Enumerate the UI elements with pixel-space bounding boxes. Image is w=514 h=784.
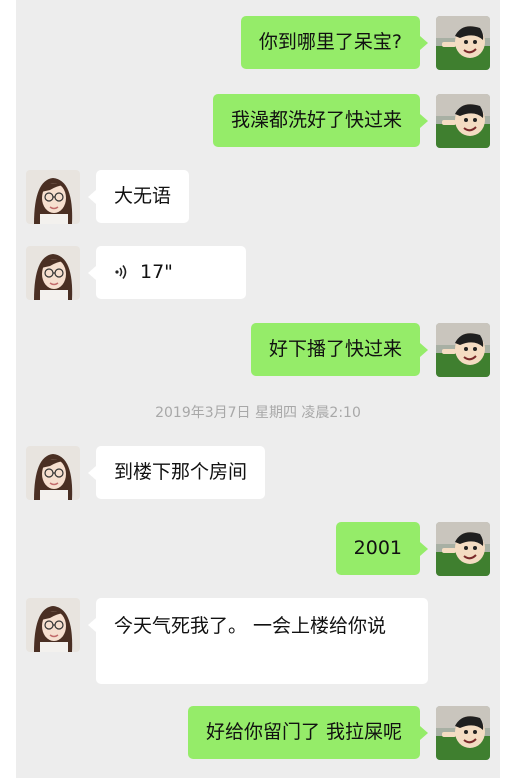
sent-bubble[interactable]: 2001 — [335, 522, 429, 575]
my-avatar[interactable] — [436, 706, 490, 760]
contact-avatar[interactable] — [26, 246, 80, 300]
sent-bubble[interactable]: 好给你留门了 我拉屎呢 — [187, 706, 429, 759]
chat-area[interactable]: 你到哪里了呆宝? 我澡都洗好了快过来 大无语 17" 好下播了快过来 2019年… — [16, 0, 500, 778]
my-avatar[interactable] — [436, 323, 490, 377]
received-bubble[interactable]: 大无语 — [87, 170, 190, 223]
voice-duration: 17" — [140, 261, 173, 283]
contact-avatar[interactable] — [26, 170, 80, 224]
voice-wave-icon — [114, 259, 130, 286]
received-bubble[interactable]: 今天气死我了。 一会上楼给你说 — [88, 598, 428, 684]
sent-bubble[interactable]: 你到哪里了呆宝? — [240, 16, 429, 69]
sent-bubble[interactable]: 我澡都洗好了快过来 — [212, 94, 429, 147]
chat-timestamp: 2019年3月7日 星期四 凌晨2:10 — [155, 405, 361, 421]
my-avatar[interactable] — [436, 522, 490, 576]
voice-message-bubble[interactable]: 17" — [88, 246, 246, 299]
received-bubble[interactable]: 到楼下那个房间 — [87, 446, 266, 499]
contact-avatar[interactable] — [26, 446, 80, 500]
my-avatar[interactable] — [436, 94, 490, 148]
my-avatar[interactable] — [436, 16, 490, 70]
sent-bubble[interactable]: 好下播了快过来 — [250, 323, 429, 376]
contact-avatar[interactable] — [26, 598, 80, 652]
